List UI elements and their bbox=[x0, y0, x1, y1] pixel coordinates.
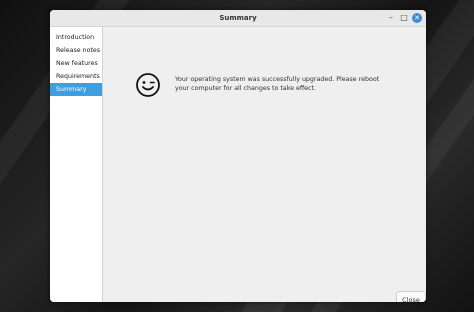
summary-content: Your operating system was successfully u… bbox=[103, 27, 426, 302]
close-icon[interactable]: ✕ bbox=[412, 13, 422, 23]
title-bar[interactable]: Summary – □ ✕ bbox=[50, 10, 426, 27]
sidebar-item-requirements[interactable]: Requirements bbox=[50, 70, 102, 83]
sidebar-item-summary[interactable]: Summary bbox=[50, 83, 102, 96]
maximize-icon[interactable]: □ bbox=[399, 13, 409, 23]
winking-face-icon bbox=[136, 73, 160, 97]
sidebar-item-new-features[interactable]: New features bbox=[50, 57, 102, 70]
sidebar-item-introduction[interactable]: Introduction bbox=[50, 31, 102, 44]
sidebar-item-release-notes[interactable]: Release notes bbox=[50, 44, 102, 57]
close-button[interactable]: Close bbox=[396, 291, 426, 302]
window-title: Summary bbox=[219, 14, 257, 22]
upgrade-summary-window: Summary – □ ✕ Introduction Release notes… bbox=[50, 10, 426, 302]
sidebar: Introduction Release notes New features … bbox=[50, 27, 103, 302]
upgrade-success-message: Your operating system was successfully u… bbox=[175, 76, 380, 92]
minimize-icon[interactable]: – bbox=[386, 13, 396, 23]
